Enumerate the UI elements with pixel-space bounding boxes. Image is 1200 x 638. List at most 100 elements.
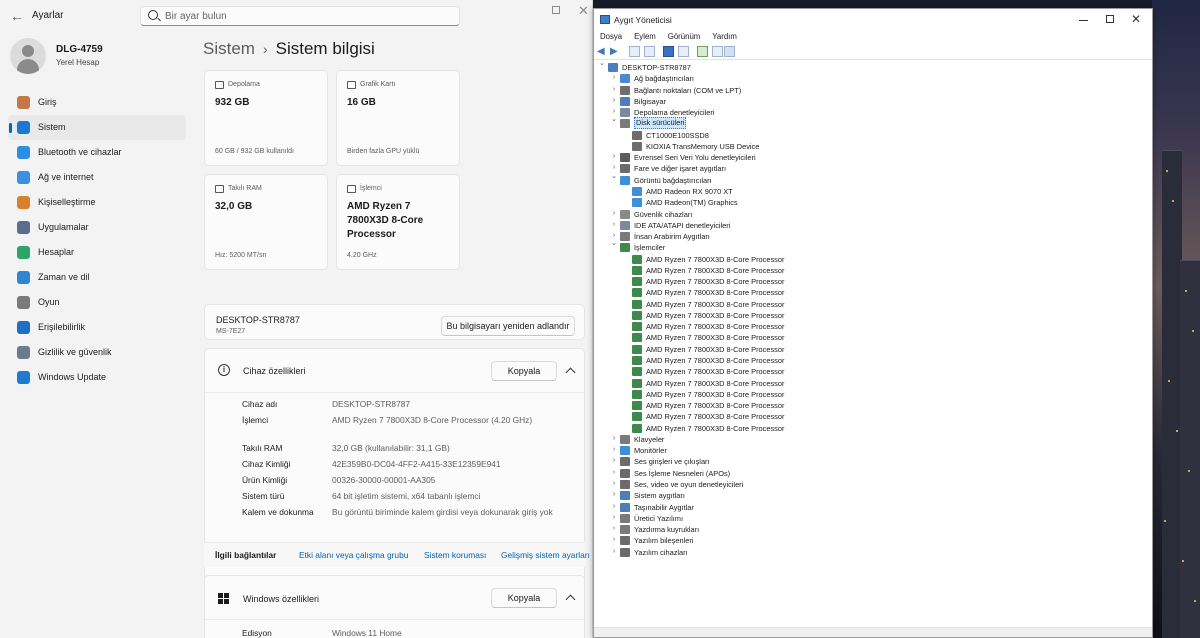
storage-card[interactable]: Depolama 932 GB 60 GB / 932 GB kullanıld… [204, 70, 328, 166]
tree-node-label: Üretici Yazılımı [634, 513, 684, 523]
system-device-icon [620, 491, 630, 501]
chevron-right-icon[interactable]: › [610, 97, 618, 105]
chevron-down-icon[interactable]: ⌄ [598, 60, 606, 68]
audio-io-icon [620, 457, 630, 467]
sidebar-item[interactable]: Giriş [8, 90, 186, 115]
chevron-down-icon[interactable]: ⌄ [610, 116, 618, 124]
card-title: İşlemci [360, 185, 382, 192]
device-manager-titlebar: Aygıt Yöneticisi ✕ [594, 9, 1152, 31]
sidebar-item[interactable]: Erişilebilirlik [8, 315, 186, 340]
device-manager-window: Aygıt Yöneticisi ✕ Dosya Eylem Görünüm Yard… [593, 8, 1153, 638]
copy-windows-specs-button[interactable]: Kopyala [491, 588, 557, 608]
tree-node-label: Fare ve diğer işaret aygıtları [634, 164, 727, 174]
scan-hardware-icon[interactable] [697, 46, 708, 57]
device-manager-app-icon [600, 15, 610, 24]
chevron-right-icon[interactable]: › [610, 491, 618, 499]
chevron-right-icon[interactable]: › [610, 457, 618, 465]
cpu-icon [632, 322, 642, 332]
chevron-right-icon[interactable]: › [610, 525, 618, 533]
sidebar-item[interactable]: Kişiselleştirme [8, 190, 186, 215]
card-subtext: 4.20 GHz [347, 252, 377, 259]
menu-item[interactable]: Yardım [706, 31, 743, 43]
minimize-icon[interactable] [1079, 20, 1088, 21]
chevron-up-icon[interactable] [565, 367, 576, 378]
cpu-icon [632, 378, 642, 388]
chevron-right-icon[interactable]: › [610, 469, 618, 477]
chevron-right-icon[interactable]: › [610, 480, 618, 488]
tree-node-label: AMD Ryzen 7 7800X3D 8-Core Processor [646, 322, 785, 332]
settings-main: Sistem › Sistem bilgisi Depolama 932 GB 60… [196, 32, 592, 638]
sidebar-item[interactable]: Bluetooth ve cihazlar [8, 140, 186, 165]
security-device-icon [620, 209, 630, 219]
sidebar-item[interactable]: Ağ ve internet [8, 165, 186, 190]
chevron-right-icon[interactable]: › [610, 446, 618, 454]
properties-icon[interactable] [629, 46, 640, 57]
chevron-right-icon[interactable]: › [610, 232, 618, 240]
tree-node-label: Güvenlik cihazları [634, 209, 693, 219]
monitor-icon[interactable] [724, 46, 735, 57]
maximize-icon[interactable] [1106, 15, 1114, 23]
sidebar-item[interactable]: Windows Update [8, 365, 186, 390]
tree-node-label: CT1000E100SSD8 [646, 130, 709, 140]
breadcrumb-parent[interactable]: Sistem [203, 39, 255, 58]
chevron-right-icon[interactable]: › [610, 153, 618, 161]
chevron-right-icon[interactable]: › [610, 164, 618, 172]
tree-node-label: AMD Ryzen 7 7800X3D 8-Core Processor [646, 299, 785, 309]
menu-item[interactable]: Görünüm [662, 31, 707, 43]
chevron-right-icon[interactable]: › [610, 548, 618, 556]
user-profile[interactable]: DLG-4759 Yerel Hesap [10, 38, 190, 78]
settings-search-input[interactable] [165, 9, 445, 23]
chevron-right-icon[interactable]: › [610, 221, 618, 229]
sidebar-item[interactable]: Hesaplar [8, 240, 186, 265]
horizontal-scrollbar[interactable] [594, 627, 1152, 637]
sidebar-item[interactable]: Gizlilik ve güvenlik [8, 340, 186, 365]
copy-specs-button[interactable]: Kopyala [491, 361, 557, 381]
chevron-down-icon[interactable]: ⌄ [610, 173, 618, 181]
chevron-right-icon[interactable]: › [610, 536, 618, 544]
details-icon[interactable] [678, 46, 689, 57]
forward-arrow-icon[interactable]: ▶ [610, 46, 621, 57]
device-model: MS-7E27 [216, 328, 246, 335]
chevron-right-icon[interactable]: › [610, 108, 618, 116]
chevron-up-icon[interactable] [565, 594, 576, 605]
help-icon[interactable] [663, 46, 674, 57]
chevron-right-icon[interactable]: › [610, 74, 618, 82]
advanced-system-settings-link[interactable]: Gelişmiş sistem ayarları [501, 550, 590, 560]
sidebar-item-label: Erişilebilirlik [38, 322, 86, 332]
maximize-icon[interactable] [552, 6, 560, 14]
page-title: Sistem bilgisi [275, 39, 375, 58]
sidebar-item[interactable]: Sistem [8, 115, 186, 140]
chevron-down-icon[interactable]: ⌄ [610, 240, 618, 248]
tree-node-label: Ses girişleri ve çıkışları [634, 457, 710, 467]
chevron-right-icon[interactable]: › [610, 210, 618, 218]
domain-workgroup-link[interactable]: Etki alanı veya çalışma grubu [299, 550, 408, 560]
tree-node-label: AMD Ryzen 7 7800X3D 8-Core Processor [646, 288, 785, 298]
menu-item[interactable]: Eylem [628, 31, 662, 43]
processor-card[interactable]: İşlemci AMD Ryzen 7 7800X3D 8-Core Proce… [336, 174, 460, 270]
rename-pc-button[interactable]: Bu bilgisayarı yeniden adlandır [441, 316, 575, 336]
back-arrow-icon[interactable]: ← [9, 8, 25, 24]
sidebar-item[interactable]: Zaman ve dil [8, 265, 186, 290]
ram-card[interactable]: Takılı RAM 32,0 GB Hız: 5200 MT/sn [204, 174, 328, 270]
sidebar-item[interactable]: Oyun [8, 290, 186, 315]
back-arrow-icon[interactable]: ◀ [597, 46, 608, 57]
disk-icon [632, 141, 642, 151]
chevron-right-icon[interactable]: › [610, 503, 618, 511]
menu-item[interactable]: Dosya [594, 31, 628, 43]
close-icon[interactable]: ✕ [1131, 12, 1141, 26]
chevron-right-icon[interactable]: › [610, 435, 618, 443]
close-icon[interactable]: ✕ [578, 3, 589, 19]
brush-icon [17, 196, 30, 209]
sidebar-item[interactable]: Uygulamalar [8, 215, 186, 240]
update-driver-icon[interactable] [712, 46, 723, 57]
list-view-icon[interactable] [644, 46, 655, 57]
device-name: DESKTOP-STR8787 [216, 315, 300, 325]
tree-node-label: Görüntü bağdaştırıcıları [634, 175, 712, 185]
settings-search-box[interactable] [140, 6, 460, 26]
graphics-card[interactable]: Grafik Kartı 16 GB Birden fazla GPU yükl… [336, 70, 460, 166]
chevron-right-icon[interactable]: › [610, 86, 618, 94]
system-protection-link[interactable]: Sistem koruması [424, 550, 486, 560]
device-specs-header[interactable]: i Cihaz özellikleri Kopyala [205, 349, 584, 393]
cpu-icon [632, 344, 642, 354]
chevron-right-icon[interactable]: › [610, 514, 618, 522]
